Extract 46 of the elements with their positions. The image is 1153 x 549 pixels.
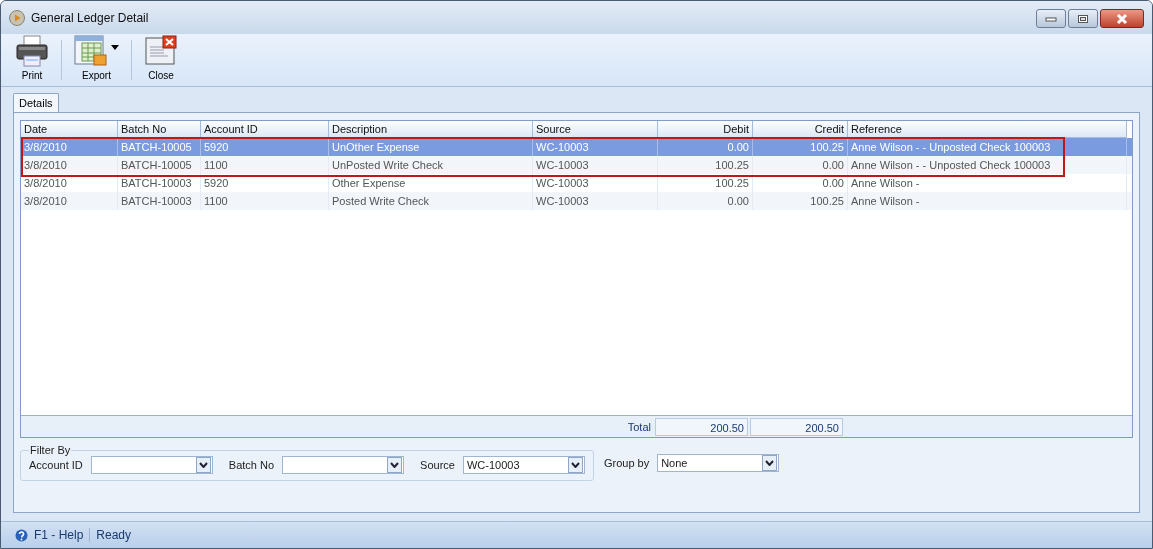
maximize-icon bbox=[1077, 13, 1089, 24]
filter-title: Filter By bbox=[29, 444, 72, 456]
table-row[interactable]: 3/8/2010 BATCH-10005 1100 UnPosted Write Check WC-10003 100.25 0.00 Anne Wilson - - Unposted Check 100003 bbox=[21, 156, 1132, 174]
table-cell: 3/8/2010 bbox=[21, 192, 118, 210]
dropdown-icon bbox=[387, 457, 403, 473]
dropdown-field[interactable]: None bbox=[657, 453, 780, 472]
table-cell: Posted Write Check bbox=[329, 192, 533, 210]
tab[interactable]: Details bbox=[13, 93, 59, 112]
field-label: Source bbox=[420, 459, 455, 471]
help-icon bbox=[15, 528, 28, 542]
minimize-button[interactable] bbox=[1036, 9, 1066, 28]
toolbar-button[interactable]: Export bbox=[68, 34, 125, 86]
dropdown-field[interactable] bbox=[282, 456, 405, 474]
dropdown-icon bbox=[195, 457, 211, 473]
total-debit: 200.50 bbox=[655, 417, 748, 436]
table-cell: BATCH-10003 bbox=[118, 192, 201, 210]
table-cell: WC-10003 bbox=[533, 192, 658, 210]
window-title: General Ledger Detail bbox=[31, 10, 149, 25]
dropdown-icon bbox=[567, 457, 583, 473]
close-button[interactable] bbox=[1100, 9, 1144, 28]
total-credit: 200.50 bbox=[750, 417, 843, 436]
table-cell: 100.25 bbox=[753, 192, 848, 210]
column-header[interactable]: Reference bbox=[848, 121, 1127, 138]
toolbar-button[interactable]: Close bbox=[138, 34, 184, 86]
status-text: Ready bbox=[89, 528, 132, 542]
dropdown-field[interactable] bbox=[90, 456, 213, 474]
table-cell: 0.00 bbox=[658, 192, 753, 210]
table-cell: Anne Wilson - bbox=[848, 192, 1127, 210]
total-label: Total bbox=[626, 420, 652, 433]
field-label: Batch No bbox=[228, 459, 275, 471]
dropdown-icon bbox=[762, 454, 778, 471]
table-cell: 1100 bbox=[201, 192, 329, 210]
help-hint: F1 - Help bbox=[34, 528, 84, 542]
printer-icon bbox=[15, 35, 49, 67]
caret-icon bbox=[111, 44, 119, 50]
field-label: Group by bbox=[603, 456, 650, 469]
close-icon bbox=[1115, 12, 1129, 25]
table-row[interactable]: 3/8/2010 BATCH-10003 1100 Posted Write Check WC-10003 0.00 100.25 Anne Wilson - bbox=[21, 192, 1132, 210]
dropdown-field[interactable]: WC-10003 bbox=[462, 456, 585, 474]
minimize-icon bbox=[1045, 15, 1057, 22]
close-window-icon bbox=[144, 35, 178, 67]
maximize-button[interactable] bbox=[1068, 9, 1098, 28]
spreadsheet-icon bbox=[74, 35, 108, 67]
app-icon bbox=[9, 9, 25, 26]
toolbar-button[interactable]: Print bbox=[9, 34, 55, 86]
field-label: Account ID bbox=[29, 459, 83, 471]
